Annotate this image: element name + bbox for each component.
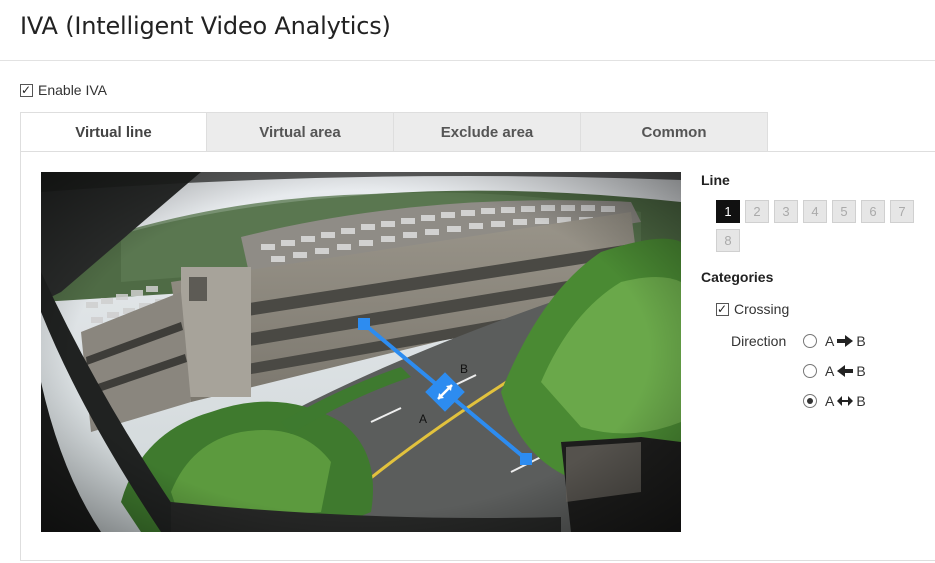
direction-from-label: A [825, 363, 835, 379]
direction-from-label: A [825, 393, 835, 409]
direction-radio-both[interactable] [803, 394, 817, 408]
camera-scene: A B [41, 172, 681, 532]
camera-preview[interactable]: A B [41, 172, 681, 532]
line-button-1[interactable]: 1 [716, 200, 740, 223]
direction-label: Direction [731, 333, 787, 349]
direction-to-label: B [856, 333, 866, 349]
enable-iva-label: Enable IVA [38, 82, 108, 98]
direction-radio-a-to-b[interactable] [803, 334, 817, 348]
check-icon: ✓ [717, 301, 728, 316]
tab-exclude-area[interactable]: Exclude area [394, 112, 581, 152]
tab-virtual-line[interactable]: Virtual line [20, 112, 207, 152]
endpoint-a-label: A [419, 412, 427, 426]
title-divider [0, 60, 935, 61]
tab-common[interactable]: Common [581, 112, 768, 152]
both-arrow-icon [837, 396, 854, 406]
direction-option-both[interactable]: A B [803, 393, 866, 409]
direction-option-a-to-b[interactable]: A B [803, 333, 866, 349]
tab-bar: Virtual line Virtual area Exclude area C… [20, 112, 768, 152]
left-arrow-icon [837, 365, 854, 377]
line-button-3[interactable]: 3 [774, 200, 798, 223]
tab-virtual-area[interactable]: Virtual area [207, 112, 394, 152]
line-section-title: Line [701, 172, 730, 188]
direction-from-label: A [825, 333, 835, 349]
line-button-7[interactable]: 7 [890, 200, 914, 223]
line-button-4[interactable]: 4 [803, 200, 827, 223]
crossing-checkbox[interactable]: ✓ [716, 301, 729, 316]
page-title: IVA (Intelligent Video Analytics) [20, 12, 391, 40]
direction-to-label: B [856, 363, 866, 379]
direction-radio-b-to-a[interactable] [803, 364, 817, 378]
line-button-6[interactable]: 6 [861, 200, 885, 223]
enable-iva-checkbox[interactable]: ✓ [20, 82, 33, 97]
line-button-5[interactable]: 5 [832, 200, 856, 223]
enable-iva-row[interactable]: ✓ Enable IVA [20, 82, 107, 98]
line-endpoint-handle-end[interactable] [520, 453, 532, 465]
endpoint-b-label: B [460, 362, 468, 376]
line-selector: 1 2 3 4 5 6 7 8 [716, 200, 926, 252]
direction-to-label: B [856, 393, 866, 409]
check-icon: ✓ [21, 82, 32, 97]
line-button-2[interactable]: 2 [745, 200, 769, 223]
categories-section-title: Categories [701, 269, 774, 285]
right-arrow-icon [837, 335, 854, 347]
line-button-8[interactable]: 8 [716, 229, 740, 252]
line-endpoint-handle-start[interactable] [358, 318, 370, 330]
direction-option-b-to-a[interactable]: A B [803, 363, 866, 379]
crossing-label: Crossing [734, 301, 790, 317]
crossing-row[interactable]: ✓ Crossing [716, 301, 789, 317]
